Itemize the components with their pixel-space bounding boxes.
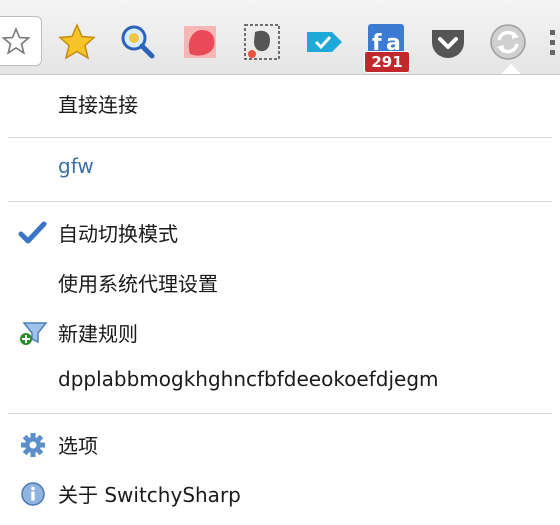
gear-icon xyxy=(21,433,45,457)
menu-item-label: 直接连接 xyxy=(58,93,138,117)
menu-item-about[interactable]: 关于 SwitchySharp xyxy=(0,471,560,515)
menu-item-label: dpplabbmogkhghncfbfdeeokoefdjegm xyxy=(58,367,439,391)
evernote-clipper-button[interactable] xyxy=(240,20,284,64)
search-extension-icon xyxy=(121,25,155,59)
red-shape-extension-button[interactable] xyxy=(178,20,222,64)
red-shape-extension-icon xyxy=(184,26,216,58)
menu-item-label: gfw xyxy=(58,154,94,178)
menu-item-system-proxy[interactable]: 使用系统代理设置 xyxy=(0,260,560,304)
switchysharp-button[interactable] xyxy=(486,20,530,64)
star-extension-button[interactable] xyxy=(55,20,99,64)
switchysharp-icon xyxy=(490,24,526,60)
evernote-clipper-icon xyxy=(244,24,280,60)
menu-item-direct-connection[interactable]: 直接连接 xyxy=(0,81,560,125)
menu-item-label: 选项 xyxy=(58,434,98,458)
tag-extension-icon xyxy=(307,32,342,52)
info-icon xyxy=(21,482,45,506)
checkmark-icon xyxy=(18,221,47,244)
star-extension-icon xyxy=(58,23,96,60)
menu-item-extension-id[interactable]: dpplabbmogkhghncfbfdeeokoefdjegm xyxy=(0,359,560,403)
menu-item-label: 关于 SwitchySharp xyxy=(58,483,241,507)
search-extension-button[interactable] xyxy=(115,20,159,64)
tag-extension-button[interactable] xyxy=(302,20,346,64)
overflow-menu-icon[interactable] xyxy=(548,28,556,58)
browser-toolbar: f a 291 xyxy=(0,0,560,78)
pocket-button[interactable] xyxy=(426,20,470,64)
menu-item-profile-gfw[interactable]: gfw xyxy=(0,146,560,190)
address-bar-end[interactable] xyxy=(0,16,42,66)
bookmark-star-icon[interactable] xyxy=(1,26,31,56)
menu-item-auto-switch[interactable]: 自动切换模式 xyxy=(0,210,560,254)
menu-item-options[interactable]: 选项 xyxy=(0,422,560,466)
menu-item-new-rule[interactable]: 新建规则 xyxy=(0,310,560,354)
pocket-icon xyxy=(432,30,464,58)
menu-item-label: 新建规则 xyxy=(58,322,138,346)
menu-item-label: 自动切换模式 xyxy=(58,222,178,246)
menu-divider xyxy=(8,137,552,138)
filter-add-icon xyxy=(20,322,48,345)
switchysharp-popup-menu: 直接连接 gfw 自动切换模式 使用系统代理设置 新建规则 dpplabbmog… xyxy=(0,74,560,525)
menu-item-label: 使用系统代理设置 xyxy=(58,272,218,296)
menu-divider xyxy=(8,413,552,414)
unread-count-badge: 291 xyxy=(364,51,410,73)
menu-divider xyxy=(8,201,552,202)
